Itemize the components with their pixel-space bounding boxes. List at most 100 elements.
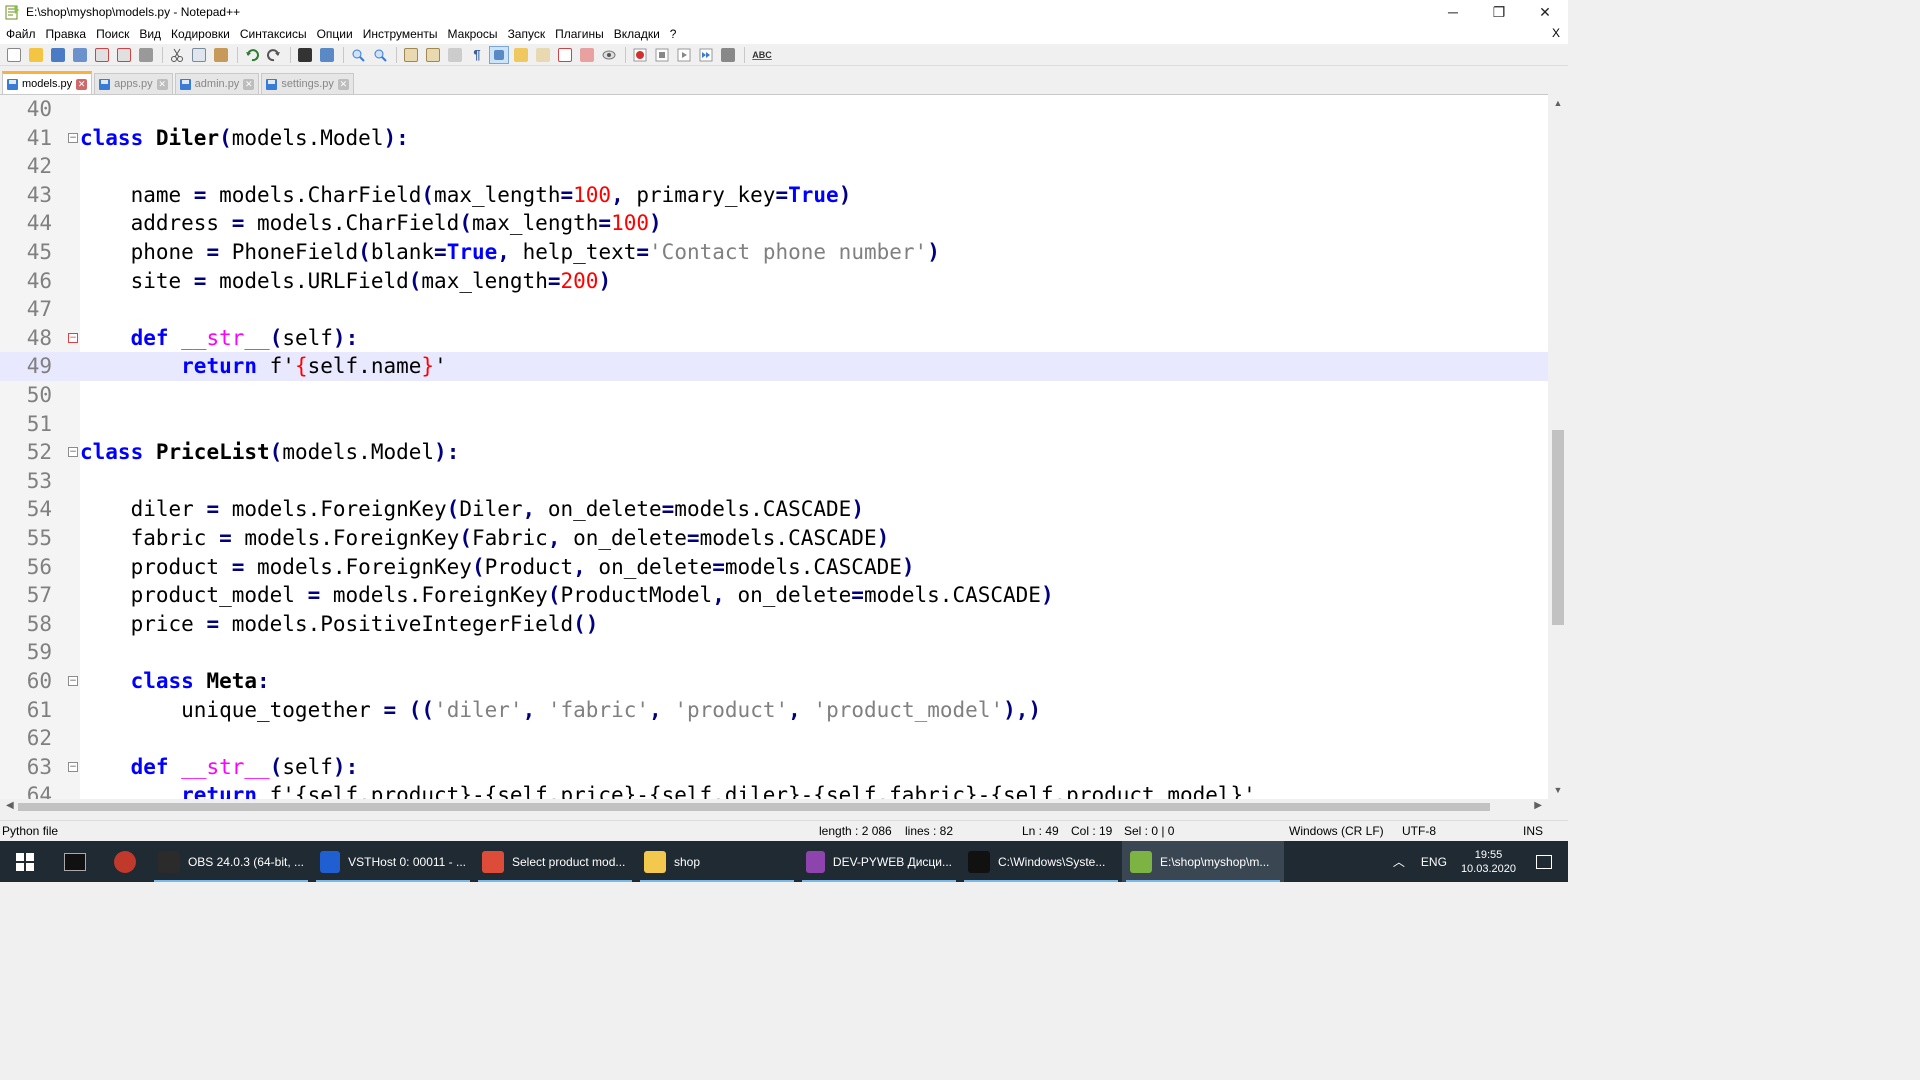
monitoring-icon[interactable] xyxy=(599,46,619,64)
tab-apps-py[interactable]: apps.py ✕ xyxy=(94,73,173,94)
sync-horizontal-icon[interactable] xyxy=(423,46,443,64)
minimize-button[interactable]: ─ xyxy=(1430,0,1476,24)
zoom-in-icon[interactable] xyxy=(348,46,368,64)
code-line[interactable]: 44 address = models.CharField(max_length… xyxy=(0,209,1548,238)
taskbar-item[interactable]: DEV-PYWEB Дисци... xyxy=(798,841,960,882)
doc-map-icon[interactable] xyxy=(533,46,553,64)
tab-models-py[interactable]: models.py ✕ xyxy=(2,71,93,94)
code-line[interactable]: 42 xyxy=(0,152,1548,181)
code-line[interactable]: 64 return f'{self.product}-{self.price}-… xyxy=(0,781,1548,799)
code-line[interactable]: 54 diler = models.ForeignKey(Diler, on_d… xyxy=(0,495,1548,524)
code-line[interactable]: 62 xyxy=(0,724,1548,753)
code-line[interactable]: 57 product_model = models.ForeignKey(Pro… xyxy=(0,581,1548,610)
code-line[interactable]: 48 − def __str__(self): xyxy=(0,324,1548,353)
code-line[interactable]: 45 phone = PhoneField(blank=True, help_t… xyxy=(0,238,1548,267)
copy-icon[interactable] xyxy=(189,46,209,64)
vertical-scrollbar[interactable]: ▲ ▼ xyxy=(1548,94,1568,799)
indent-guide-icon[interactable] xyxy=(489,45,509,64)
chevron-up-icon[interactable]: ︿ xyxy=(1393,853,1405,870)
code-line[interactable]: 61 unique_together = (('diler', 'fabric'… xyxy=(0,696,1548,725)
close-button[interactable]: ✕ xyxy=(1522,0,1568,24)
menu-view[interactable]: Вид xyxy=(135,27,165,41)
paste-icon[interactable] xyxy=(211,46,231,64)
open-file-icon[interactable] xyxy=(26,46,46,64)
code-line[interactable]: 40 xyxy=(0,95,1548,124)
language-indicator[interactable]: ENG xyxy=(1421,855,1447,869)
save-icon[interactable] xyxy=(48,46,68,64)
menu-help[interactable]: ? xyxy=(666,27,681,41)
code-line[interactable]: 56 product = models.ForeignKey(Product, … xyxy=(0,553,1548,582)
save-macro-icon[interactable] xyxy=(718,46,738,64)
menu-run[interactable]: Запуск xyxy=(504,27,550,41)
fold-toggle-icon[interactable]: − xyxy=(68,447,78,458)
menu-macro[interactable]: Макросы xyxy=(444,27,502,41)
spellcheck-icon[interactable]: ABC xyxy=(749,46,775,64)
fold-toggle-icon[interactable]: − xyxy=(68,332,78,343)
stop-macro-icon[interactable] xyxy=(652,46,672,64)
fold-toggle-icon[interactable]: − xyxy=(68,761,78,772)
menu-window[interactable]: Вкладки xyxy=(610,27,664,41)
find-icon[interactable] xyxy=(295,46,315,64)
code-editor[interactable]: 40 41− class Diler(models.Model): 42 43 name… xyxy=(0,94,1548,799)
folder-workspace-icon[interactable] xyxy=(577,46,597,64)
record-macro-icon[interactable] xyxy=(630,46,650,64)
show-all-chars-icon[interactable]: ¶ xyxy=(467,46,487,64)
menu-plugins[interactable]: Плагины xyxy=(551,27,608,41)
fold-toggle-icon[interactable]: − xyxy=(68,132,78,143)
tab-close-icon[interactable]: ✕ xyxy=(76,78,88,90)
scroll-right-icon[interactable]: ▶ xyxy=(1534,800,1542,811)
vertical-scroll-thumb[interactable] xyxy=(1552,430,1564,625)
print-icon[interactable] xyxy=(136,46,156,64)
cut-icon[interactable] xyxy=(167,46,187,64)
code-line[interactable]: 53 xyxy=(0,467,1548,496)
menu-file[interactable]: Файл xyxy=(2,27,40,41)
taskbar-item[interactable]: VSTHost 0: 00011 - ... xyxy=(312,841,474,882)
menu-settings[interactable]: Опции xyxy=(313,27,357,41)
code-line[interactable]: 60 − class Meta: xyxy=(0,667,1548,696)
fold-toggle-icon[interactable]: − xyxy=(68,676,78,686)
taskbar-item[interactable]: C:\Windows\Syste... xyxy=(960,841,1122,882)
status-encoding[interactable]: UTF-8 xyxy=(1402,824,1436,838)
sync-vertical-icon[interactable] xyxy=(401,46,421,64)
tab-close-icon[interactable]: ✕ xyxy=(243,78,255,90)
run-macro-multiple-icon[interactable] xyxy=(696,46,716,64)
scroll-up-icon[interactable]: ▲ xyxy=(1553,98,1563,108)
code-line[interactable]: 55 fabric = models.ForeignKey(Fabric, on… xyxy=(0,524,1548,553)
close-document-button[interactable]: X xyxy=(1552,26,1560,40)
code-line[interactable]: 59 xyxy=(0,638,1548,667)
code-line[interactable]: 51 xyxy=(0,410,1548,439)
taskbar-item[interactable]: shop xyxy=(636,841,798,882)
taskbar-item[interactable]: OBS 24.0.3 (64-bit, ... xyxy=(150,841,312,882)
zoom-out-icon[interactable] xyxy=(370,46,390,64)
menu-language[interactable]: Синтаксисы xyxy=(236,27,311,41)
redo-icon[interactable] xyxy=(264,46,284,64)
horizontal-scroll-thumb[interactable] xyxy=(18,803,1490,811)
code-line[interactable]: 43 name = models.CharField(max_length=10… xyxy=(0,181,1548,210)
taskbar-item[interactable]: E:\shop\myshop\m... xyxy=(1122,841,1284,882)
menu-search[interactable]: Поиск xyxy=(92,27,133,41)
menu-tools[interactable]: Инструменты xyxy=(359,27,442,41)
tab-settings-py[interactable]: settings.py ✕ xyxy=(261,73,354,94)
tab-admin-py[interactable]: admin.py ✕ xyxy=(174,73,260,94)
close-all-icon[interactable] xyxy=(114,46,134,64)
scroll-left-icon[interactable]: ◀ xyxy=(6,800,14,811)
play-macro-icon[interactable] xyxy=(674,46,694,64)
code-line[interactable]: 41 − class Diler(models.Model): xyxy=(0,124,1548,153)
menu-edit[interactable]: Правка xyxy=(42,27,91,41)
code-line[interactable]: 58 price = models.PositiveIntegerField() xyxy=(0,610,1548,639)
clock[interactable]: 19:55 10.03.2020 xyxy=(1461,848,1516,876)
word-wrap-icon[interactable] xyxy=(445,46,465,64)
menu-encoding[interactable]: Кодировки xyxy=(167,27,234,41)
new-file-icon[interactable] xyxy=(4,46,24,64)
start-button[interactable] xyxy=(0,841,50,882)
code-line[interactable]: 50 xyxy=(0,381,1548,410)
language-icon[interactable] xyxy=(511,46,531,64)
maximize-button[interactable]: ❐ xyxy=(1476,0,1522,24)
scroll-down-icon[interactable]: ▼ xyxy=(1553,785,1563,795)
tab-close-icon[interactable]: ✕ xyxy=(337,78,349,90)
code-line[interactable]: 63 − def __str__(self): xyxy=(0,753,1548,782)
close-file-icon[interactable] xyxy=(92,46,112,64)
tab-close-icon[interactable]: ✕ xyxy=(156,78,168,90)
function-list-icon[interactable] xyxy=(555,46,575,64)
save-all-icon[interactable] xyxy=(70,46,90,64)
